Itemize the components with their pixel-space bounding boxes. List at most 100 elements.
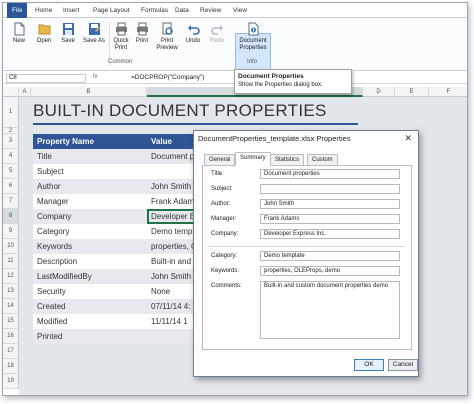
author-label: Author: [211,201,231,207]
column-header-f[interactable]: F [429,87,467,97]
save-as-button[interactable]: Save As [81,22,107,45]
name-box[interactable]: C8 [6,74,86,83]
summary-panel: Title: Document properties Subject: Auth… [202,165,412,350]
common-group-label: Common [108,59,133,65]
ribbon-tab-bar: File Home Insert Page Layout Formulas Da… [3,3,467,18]
tooltip-description: Show the Properties dialog box. [238,82,323,88]
row-header[interactable]: 6 [3,179,19,194]
column-header-a[interactable]: A [19,87,31,97]
row-header-selected[interactable]: 8 [3,209,19,224]
row-header[interactable]: 19 [3,374,19,389]
row-header[interactable]: 7 [3,194,19,209]
tab-insert[interactable]: Insert [63,6,79,18]
property-name-cell[interactable]: Author [37,179,61,194]
row-header[interactable]: 16 [3,329,19,344]
property-name-cell[interactable]: Printed [37,329,62,344]
fx-icon[interactable]: fx [93,74,98,80]
category-field[interactable]: Demo template [260,251,400,261]
author-field[interactable]: John Smith [260,199,400,209]
row-header[interactable]: 1 [3,97,19,128]
cancel-button[interactable]: Cancel [388,359,418,371]
property-name-cell[interactable]: Description [37,254,77,269]
keywords-field[interactable]: properties, OLEProps, demo [260,266,400,276]
header-property-name[interactable]: Property Name [37,134,94,149]
sheet-title[interactable]: BUILT-IN DOCUMENT PROPERTIES [33,97,358,125]
select-all-corner[interactable] [3,87,19,97]
row-header[interactable]: 14 [3,299,19,314]
subject-label: Subject: [211,186,233,192]
tab-general[interactable]: General [204,154,236,165]
print-button[interactable]: Print [133,22,151,45]
ok-button[interactable]: OK [354,359,384,371]
row-header[interactable]: 12 [3,269,19,284]
property-name-cell[interactable]: Security [37,284,66,299]
close-icon[interactable]: ✕ [404,133,412,144]
row-header[interactable]: 9 [3,224,19,239]
row-header[interactable]: 18 [3,359,19,374]
tab-view[interactable]: View [233,6,247,18]
row-header[interactable]: 4 [3,149,19,164]
undo-label: Undo [185,38,201,44]
ribbon: New Open Save Save As Quick Print Print … [3,18,467,77]
tab-summary[interactable]: Summary [235,152,271,166]
subject-field[interactable] [260,184,400,194]
property-name-cell[interactable]: LastModifiedBy [37,269,92,284]
redo-label: Redo [209,38,225,44]
row-header[interactable]: 5 [3,164,19,179]
row-header[interactable]: 13 [3,284,19,299]
property-name-cell[interactable]: Keywords [37,239,72,254]
title-field[interactable]: Document properties [260,169,400,179]
column-header-d[interactable]: D [363,87,395,97]
undo-arrow-icon [187,25,200,35]
redo-button[interactable]: Redo [207,22,227,45]
property-name-cell[interactable]: Company [37,209,71,224]
column-header-b[interactable]: B [31,87,147,97]
quick-print-label: Quick Print [113,38,129,51]
undo-button[interactable]: Undo [183,22,203,45]
tooltip-title: Document Properties [238,73,304,80]
row-header[interactable]: 11 [3,254,19,269]
manager-field[interactable]: Frank Adams [260,214,400,224]
title-label: Title: [211,171,224,177]
save-button[interactable]: Save [58,22,78,45]
print-preview-label: Print Preview [156,38,178,51]
info-group-label: Info [247,59,258,65]
tab-page-layout[interactable]: Page Layout [93,6,130,18]
property-name-cell[interactable]: Category [37,224,69,239]
tab-data[interactable]: Data [175,6,189,18]
row-header[interactable]: 3 [3,134,19,149]
category-label: Category: [211,253,238,259]
save-label: Save [61,38,75,44]
tab-review[interactable]: Review [200,6,221,18]
print-preview-button[interactable]: Print Preview [155,22,179,52]
new-document-icon [14,22,24,36]
save-disk-icon [62,23,74,35]
new-label: New [12,38,25,44]
quick-print-button[interactable]: Quick Print [111,22,131,52]
column-header-e[interactable]: E [395,87,429,97]
formula-input[interactable]: =DOCPROP("Company") [131,74,204,82]
comments-field[interactable]: Built-in and custom document properties … [260,281,400,339]
open-button[interactable]: Open [33,22,55,45]
printer-icon [136,22,148,36]
property-name-cell[interactable]: Subject [37,164,64,179]
row-header[interactable]: 10 [3,239,19,254]
property-name-cell[interactable]: Manager [37,194,69,209]
tab-file[interactable]: File [7,3,28,18]
company-field[interactable]: Developer Express Inc. [260,229,400,239]
property-name-cell[interactable]: Created [37,299,65,314]
document-properties-button[interactable]: Document Properties [236,22,270,52]
property-name-cell[interactable]: Modified [37,314,67,329]
tab-home[interactable]: Home [35,6,52,18]
property-name-cell[interactable]: Title [37,149,52,164]
company-label: Company: [211,231,239,237]
tab-formulas[interactable]: Formulas [141,6,168,18]
tab-custom[interactable]: Custom [307,154,338,165]
save-as-label: Save As [82,38,105,44]
tab-statistics[interactable]: Statistics [270,154,305,165]
keywords-label: Keywords: [211,268,240,274]
row-header[interactable]: 17 [3,344,19,359]
row-header[interactable]: 15 [3,314,19,329]
new-button[interactable]: New [9,22,29,45]
comments-label: Comments: [211,283,242,289]
